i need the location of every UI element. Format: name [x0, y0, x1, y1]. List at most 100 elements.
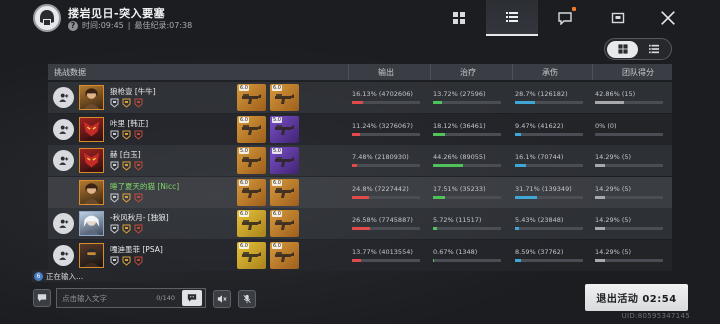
damage-taken-stat-bar-fill [515, 259, 521, 262]
rank-badge-icon [110, 256, 119, 266]
grid-icon [617, 44, 628, 54]
heal-stat-bar-fill [433, 132, 446, 136]
weapon-slot[interactable]: 5.0 [237, 147, 266, 175]
damage-stat: 7.48% (2180930) [352, 153, 430, 168]
chat-toggle-button[interactable] [33, 289, 51, 307]
damage-stat-bar [352, 132, 420, 136]
rank-badge-icon [134, 256, 143, 266]
weapon-slot[interactable]: 5.0 [270, 147, 299, 175]
damage-taken-stat: 9.47% (41622) [515, 122, 593, 136]
add-friend-button[interactable] [53, 245, 74, 266]
grid-icon [453, 12, 465, 24]
player-name: -秋风秋月- [独狼] [110, 213, 169, 223]
player-avatar[interactable] [79, 211, 104, 237]
weapon-slot[interactable]: 5.0 [270, 115, 299, 143]
send-emoji-button[interactable] [182, 290, 202, 306]
damage-stat-text: 13.77% (4013554) [352, 248, 413, 256]
rank-badge-icon [110, 224, 119, 235]
weapon-slot[interactable]: 6.0 [270, 178, 299, 206]
rifle-icon [273, 152, 297, 170]
rifle-icon [240, 247, 264, 265]
heal-stat: 0.67% (1348) [433, 248, 511, 262]
player-badges [110, 193, 143, 203]
damage-taken-stat-bar [515, 195, 583, 199]
add-friend-button[interactable] [53, 118, 74, 140]
damage-stat-bar [352, 259, 420, 262]
emoji-chat-icon [187, 294, 197, 302]
heal-stat-text: 5.72% (11517) [433, 216, 482, 225]
add-friend-button[interactable] [53, 87, 74, 108]
weapon-slot[interactable]: 6.0 [237, 210, 266, 238]
player-badges [110, 98, 143, 108]
add-friend-button[interactable] [53, 150, 74, 172]
damage-taken-stat-bar [515, 101, 583, 104]
team-score-stat-bar [595, 195, 663, 199]
team-score-stat-text: 42.86% (15) [595, 90, 636, 98]
team-score-stat-bar [595, 164, 663, 168]
card-view-button[interactable] [607, 40, 638, 58]
team-score-stat: 14.29% (5) [595, 216, 673, 231]
close-button[interactable] [656, 6, 680, 30]
player-avatar[interactable] [79, 148, 104, 174]
damage-stat-bar-fill [352, 101, 363, 104]
header-challenge: 挑战数据 [54, 67, 86, 77]
voice-speaker-button[interactable] [213, 290, 231, 308]
team-score-stat-bar-fill [595, 227, 605, 231]
damage-stat: 26.58% (7745887) [352, 216, 430, 231]
rank-badge-icon [134, 193, 143, 203]
team-score-stat-bar-fill [595, 259, 605, 262]
team-score-stat-text: 14.29% (5) [595, 153, 632, 162]
weapon-slot[interactable]: 6.0 [270, 242, 299, 269]
typing-indicator: 6 正在输入... [32, 270, 208, 282]
player-badges [110, 256, 143, 266]
notification-dot [572, 7, 576, 11]
player-avatar[interactable] [79, 116, 104, 142]
header-team-score: 团队得分 [592, 64, 672, 80]
weapon-level: 6.0 [272, 211, 282, 218]
tab-list[interactable] [486, 0, 538, 36]
weapon-level: 5.0 [239, 148, 249, 155]
heal-stat-bar-fill [433, 227, 437, 231]
weapon-level: 5.0 [272, 116, 282, 123]
team-score-stat: 42.86% (15) [595, 90, 673, 104]
heal-stat-bar-fill [433, 164, 464, 168]
speaker-muted-icon [217, 295, 227, 303]
heal-stat: 18.12% (36461) [433, 122, 511, 136]
player-name: 赫 [白玉] [110, 150, 141, 160]
weapon-slot[interactable]: 6.0 [237, 115, 266, 143]
add-friend-button[interactable] [53, 213, 74, 235]
weapon-slot[interactable]: 6.0 [270, 210, 299, 238]
rifle-icon [240, 120, 264, 138]
inbox-icon [611, 12, 625, 24]
heal-stat-bar [433, 132, 501, 136]
player-avatar[interactable] [79, 85, 104, 110]
weapon-slot[interactable]: 6.0 [237, 178, 266, 206]
weapon-slot[interactable]: 6.0 [270, 84, 299, 111]
typing-text: 正在输入... [46, 271, 84, 281]
damage-stat: 11.24% (3276067) [352, 122, 430, 136]
weapon-slot[interactable]: 6.0 [237, 84, 266, 111]
player-avatar[interactable] [79, 243, 104, 268]
player-row: 赫 [白玉] 5.0 5.0 7.48% (2180930) 44.26% (8… [48, 145, 672, 177]
event-title: 搂岩见日-突入要塞 [68, 7, 166, 20]
rifle-icon [273, 183, 297, 201]
add-friend-icon [58, 155, 69, 166]
team-score-stat: 14.29% (5) [595, 248, 673, 262]
rank-badge-icon [134, 98, 143, 108]
separator: | [127, 21, 131, 30]
player-avatar[interactable] [79, 179, 104, 205]
exit-activity-button[interactable]: 退出活动 02:54 [585, 284, 688, 311]
rifle-icon [240, 215, 264, 233]
tab-grid[interactable] [433, 0, 485, 36]
help-icon[interactable]: ? [68, 20, 78, 31]
team-score-stat-text: 14.29% (5) [595, 184, 632, 193]
tab-chat[interactable] [539, 0, 591, 36]
rank-badge-icon [110, 130, 119, 140]
voice-mic-button[interactable] [238, 290, 256, 308]
list-view-button[interactable] [638, 41, 669, 58]
heal-stat-bar [433, 195, 501, 199]
tab-inbox[interactable] [592, 0, 644, 36]
weapon-slot[interactable]: 6.0 [237, 242, 266, 269]
heal-stat-bar [433, 227, 501, 231]
close-icon [661, 11, 675, 25]
